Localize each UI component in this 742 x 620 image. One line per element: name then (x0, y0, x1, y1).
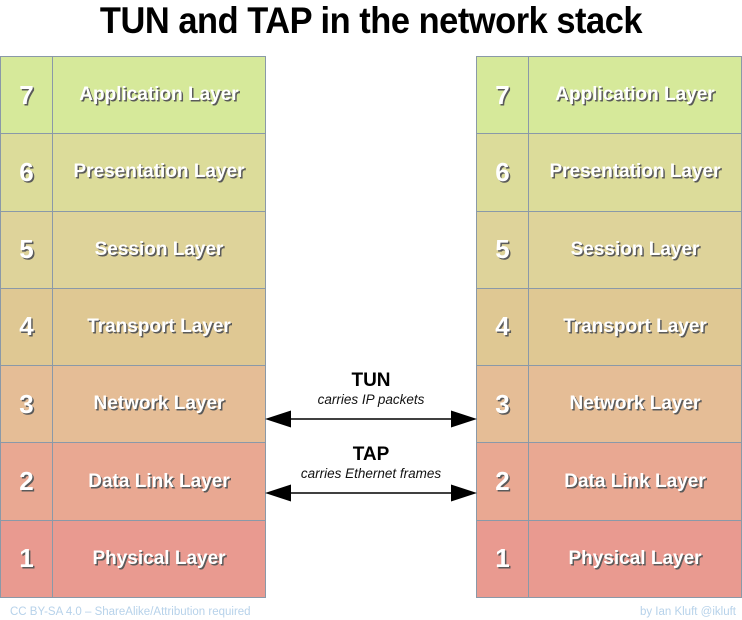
layer-name-7: Application Layer (79, 84, 239, 106)
layer-row-2: 2 Data Link Layer (477, 443, 741, 521)
tap-label: TAP (352, 444, 390, 465)
layer-number-7: 7 (477, 57, 529, 134)
layer-name-6: Presentation Layer (73, 161, 245, 183)
layer-name-2: Data Link Layer (88, 470, 230, 492)
layer-row-1: 1 Physical Layer (477, 520, 741, 597)
layer-name-3: Network Layer (93, 393, 225, 415)
layer-name-3: Network Layer (569, 393, 701, 415)
tunnel-annotations: TUN carries IP packets TAP carries Ether… (265, 56, 477, 598)
tap-annotation-group: TAP carries Ethernet frames (265, 444, 477, 502)
layer-number-1: 1 (477, 520, 529, 597)
layer-number-4: 4 (1, 288, 53, 366)
layer-number-6: 6 (1, 134, 53, 211)
layer-row-4: 4 Transport Layer (477, 288, 741, 367)
layer-name-7: Application Layer (555, 84, 715, 106)
layer-row-5: 5 Session Layer (477, 211, 741, 289)
layer-name-2: Data Link Layer (564, 470, 706, 492)
layer-number-7: 7 (1, 57, 53, 134)
tun-label: TUN (351, 370, 391, 391)
layer-row-4: 4 Transport Layer (1, 288, 265, 367)
layer-row-3: 3 Network Layer (1, 366, 265, 444)
layer-name-5: Session Layer (94, 238, 224, 260)
layer-number-1: 1 (1, 520, 53, 597)
tun-annotation-group: TUN carries IP packets (265, 370, 477, 428)
layer-row-6: 6 Presentation Layer (1, 134, 265, 212)
layer-name-4: Transport Layer (563, 315, 707, 337)
layer-number-5: 5 (477, 211, 529, 288)
layer-name-6: Presentation Layer (549, 161, 721, 183)
layer-number-6: 6 (477, 134, 529, 211)
layer-number-4: 4 (477, 288, 529, 366)
layer-name-5: Session Layer (570, 238, 700, 260)
page-title: TUN and TAP in the network stack (99, 0, 643, 41)
layer-row-7: 7 Application Layer (1, 57, 265, 135)
tun-double-arrow-icon (265, 410, 477, 428)
layer-name-1: Physical Layer (92, 547, 226, 569)
license-notice: CC BY-SA 4.0 – ShareAlike/Attribution re… (10, 606, 251, 618)
layer-row-1: 1 Physical Layer (1, 520, 265, 597)
layer-number-3: 3 (477, 366, 529, 443)
layer-name-4: Transport Layer (87, 315, 231, 337)
layer-row-7: 7 Application Layer (477, 57, 741, 135)
layer-number-3: 3 (1, 366, 53, 443)
layer-row-2: 2 Data Link Layer (1, 443, 265, 521)
layer-name-1: Physical Layer (568, 547, 702, 569)
tap-double-arrow-icon (265, 484, 477, 502)
layer-row-5: 5 Session Layer (1, 211, 265, 289)
layer-number-5: 5 (1, 211, 53, 288)
tun-description: carries IP packets (317, 392, 425, 407)
author-credit: by Ian Kluft @ikluft (639, 606, 736, 618)
layer-row-6: 6 Presentation Layer (477, 134, 741, 212)
layer-number-2: 2 (477, 443, 529, 520)
right-osi-stack: 7 Application Layer 6 Presentation Layer… (476, 56, 742, 598)
tap-description: carries Ethernet frames (300, 466, 442, 481)
layer-row-3: 3 Network Layer (477, 366, 741, 444)
layer-number-2: 2 (1, 443, 53, 520)
left-osi-stack: 7 Application Layer 6 Presentation Layer… (0, 56, 266, 598)
